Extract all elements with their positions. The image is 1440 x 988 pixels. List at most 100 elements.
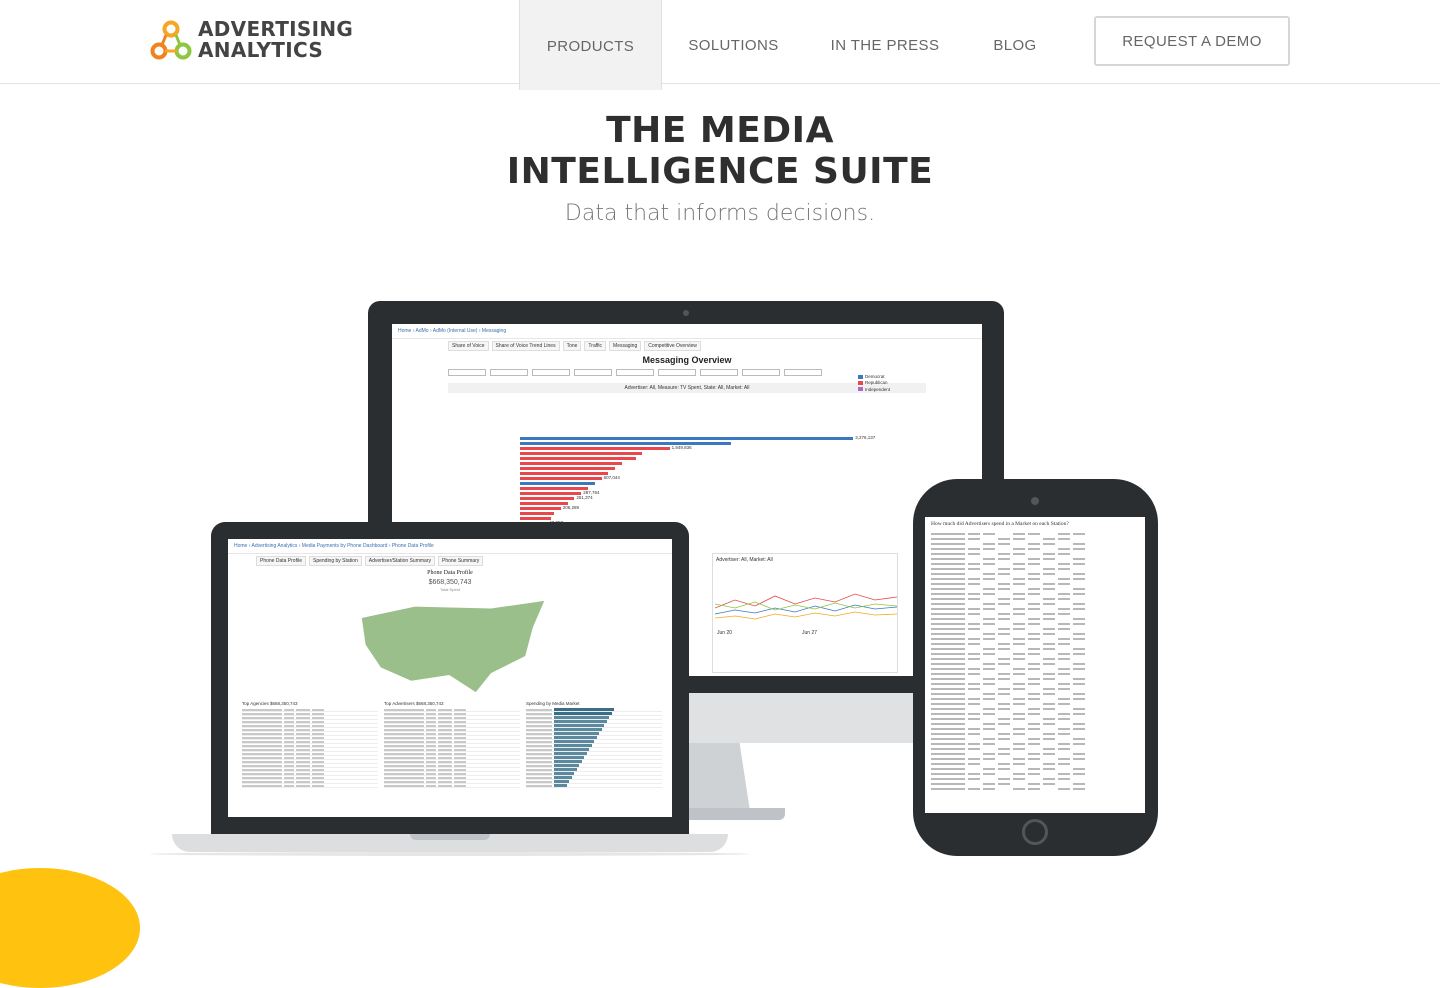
table-cell [454,781,466,784]
monitor-tab[interactable]: Messaging [609,341,642,351]
phone-table-cell [931,752,965,755]
bar-row[interactable] [520,481,900,485]
monitor-tab[interactable]: Share of Voice Trend Lines [491,341,560,351]
phone-table-cell [983,598,995,600]
phone-table-cell [1043,638,1055,640]
nav-item-solutions[interactable]: SOLUTIONS [662,0,805,90]
laptop-tab[interactable]: Advertiser/Station Summary [364,556,435,566]
brand-name: ADVERTISING ANALYTICS [198,19,353,61]
phone-table-cell [998,788,1010,790]
bar-row[interactable] [520,486,900,490]
bar [520,476,602,480]
phone-table-cell [1028,598,1040,600]
phone-table-cell [1043,662,1055,665]
table-cell [242,741,282,744]
phone-table-cell [1013,592,1025,595]
bar-row[interactable] [520,456,900,460]
phone-table-cell [1073,692,1085,695]
bar-row[interactable]: 607,044 [520,475,900,480]
monitor-tab[interactable]: Traffic [584,341,607,351]
phone-table-cell [1073,767,1085,770]
filter-dropdown[interactable] [784,368,822,376]
phone-table-cell [1073,643,1085,645]
phone-table-cell [1058,642,1070,645]
line-chart-dates: Jun 20 Jun 27 [717,630,817,636]
monitor-tab[interactable]: Competitive Overview [644,341,701,351]
filter-dropdown[interactable] [658,368,696,376]
table-cell [284,761,294,764]
brand-logo[interactable]: ADVERTISING ANALYTICS [150,18,360,64]
filter-dropdown[interactable] [448,368,486,376]
phone-table-cell [998,572,1010,575]
phone-table-cell [1043,582,1055,585]
phone-table-cell [1028,778,1040,780]
laptop-tab[interactable]: Phone Summary [438,556,484,566]
phone-table-cell [1028,583,1040,585]
bar-row[interactable] [520,471,900,475]
phone-table-cell [983,767,995,770]
legend-item[interactable]: Democrat [857,374,890,379]
table-cell [454,713,466,716]
phone-table-cell [968,562,980,565]
table-cell [384,725,424,728]
phone-table-cell [931,697,965,700]
phone-table-cell [1013,663,1025,665]
legend-item[interactable]: Republican [857,380,890,385]
phone-table-cell [1073,583,1085,585]
table-cell [384,773,424,776]
bar-row[interactable]: 251,374 [520,495,900,500]
phone-table-cell [998,557,1010,560]
bar-row[interactable]: 206,289 [520,505,900,510]
bar-row[interactable]: 1,849,836 [520,445,900,450]
filter-dropdown[interactable] [574,368,612,376]
phone-table-cell [998,657,1010,660]
filter-dropdown[interactable] [700,368,738,376]
bar-row[interactable] [520,466,900,470]
nav-item-in-the-press[interactable]: IN THE PRESS [805,0,965,90]
phone-table-cell [968,682,980,685]
phone-table-cell [968,742,980,745]
nav-item-products[interactable]: PRODUCTS [519,0,662,90]
filter-dropdown[interactable] [742,368,780,376]
phone-table-cell [931,552,965,555]
bar-row[interactable] [520,516,900,520]
table-cell [312,717,324,720]
monitor-tab[interactable]: Share of Voice [448,341,489,351]
filter-dropdown[interactable] [490,368,528,376]
us-map[interactable] [350,599,550,699]
bar-row[interactable] [520,441,900,445]
phone-table-cell [931,677,965,680]
filter-dropdown[interactable] [532,368,570,376]
table-cell [438,785,452,788]
phone-table-cell [998,587,1010,590]
media-market-spending: Spending by Media Market [526,701,662,813]
phone-camera [1031,497,1039,505]
line-chart-title: Advertiser: All, Market: All [716,557,773,563]
table-cell [426,765,436,768]
phone-table-cell [1013,577,1025,580]
bar-row[interactable] [520,461,900,465]
table-cell [284,757,294,760]
phone-table-cell [1028,767,1040,770]
table-cell [284,729,294,732]
phone-table-cell [931,532,965,535]
phone-table-cell [1013,558,1025,560]
phone-table-cell [1073,722,1085,725]
table-cell [426,773,436,776]
phone-table-cell [1028,707,1040,710]
request-demo-button[interactable]: REQUEST A DEMO [1094,16,1290,66]
nav-item-blog[interactable]: BLOG [965,0,1065,90]
phone-table-cell [1073,688,1085,690]
phone-table-cell [998,683,1010,685]
laptop-tab[interactable]: Spending by Station [308,556,362,566]
phone-table-cell [1073,553,1085,555]
phone-table-cell [1043,653,1055,655]
filter-dropdown[interactable] [616,368,654,376]
market-bar [554,740,594,744]
legend-item[interactable]: Independent [857,387,890,392]
laptop-tab[interactable]: Phone Data Profile [256,556,306,566]
bar-row[interactable] [520,451,900,455]
bar-row[interactable]: 3,276,137 [520,435,900,440]
bar-row[interactable] [520,511,900,515]
monitor-tab[interactable]: Tone [562,341,582,351]
